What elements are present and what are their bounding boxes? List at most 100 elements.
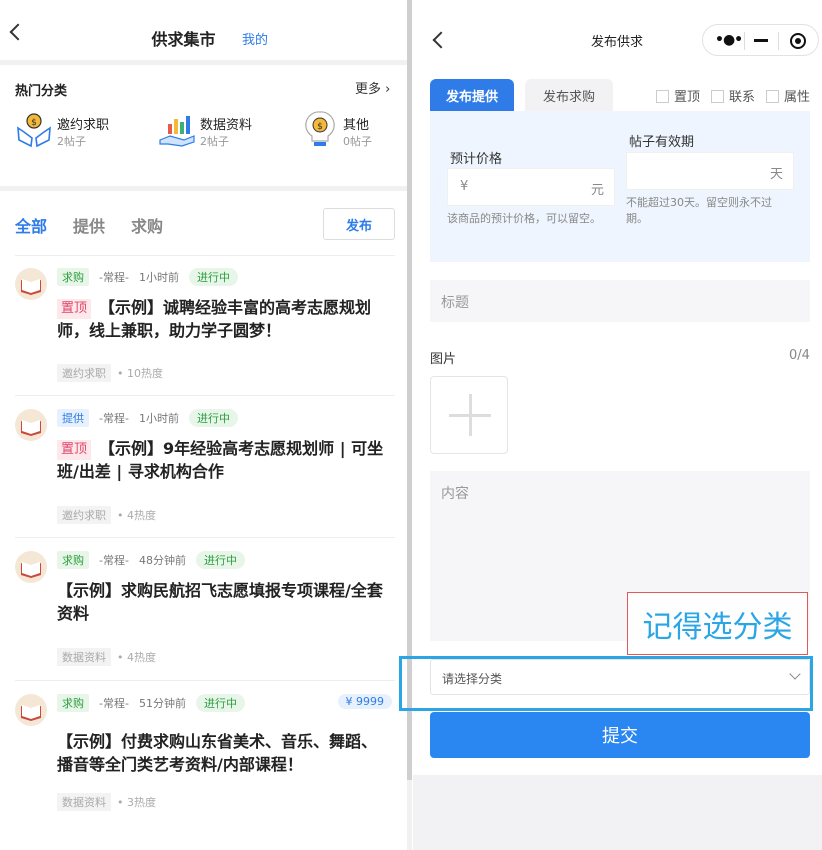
price-label: 预计价格 bbox=[450, 152, 503, 167]
validity-label: 帖子有效期 bbox=[629, 135, 695, 150]
publish-form: 发布提供 发布求购 置顶 联系 属性 预计价格 ¥ 元 该商品的预计价格，可以留… bbox=[399, 70, 822, 775]
heat-count: • 3热度 bbox=[117, 796, 156, 809]
pinned-badge: 置顶 bbox=[57, 299, 92, 319]
post-title: 置顶 【示例】9年经验高考志愿规划师 | 可坐班/出差 | 寻求机构合作 bbox=[57, 437, 392, 483]
tab-offer[interactable]: 提供 bbox=[73, 213, 105, 237]
category-name: 数据资料 bbox=[200, 118, 253, 133]
divider bbox=[0, 60, 407, 65]
post-footer: 数据资料 • 4热度 bbox=[57, 648, 156, 666]
title-input[interactable]: 标题 bbox=[430, 280, 810, 322]
hot-categories-title: 热门分类 bbox=[15, 84, 68, 99]
status-badge: 进行中 bbox=[195, 551, 245, 569]
price-input[interactable]: ¥ 元 bbox=[447, 168, 615, 206]
post-title: 【示例】付费求购山东省美术、音乐、舞蹈、播音等全门类艺考资料/内部课程！ bbox=[57, 732, 378, 774]
tab-buy[interactable]: 求购 bbox=[131, 213, 163, 237]
page-title: 发布供求 bbox=[591, 35, 644, 50]
post-kind: -常程- bbox=[99, 412, 129, 425]
post-meta: 求购 -常程- 51分钟前 进行中 bbox=[57, 694, 245, 712]
checkbox-label: 属性 bbox=[784, 90, 811, 105]
divider bbox=[778, 32, 779, 50]
status-badge: 进行中 bbox=[188, 409, 238, 427]
post-title-text: 【示例】9年经验高考志愿规划师 | 可坐班/出差 | 寻求机构合作 bbox=[57, 439, 384, 481]
divider bbox=[15, 537, 395, 538]
book-avatar-icon bbox=[15, 409, 47, 441]
close-target-icon[interactable] bbox=[790, 33, 806, 49]
post-title: 【示例】求购民航招飞志愿填报专项课程/全套资料 bbox=[57, 581, 383, 623]
chart-hand-icon bbox=[159, 116, 195, 147]
scrollbar[interactable] bbox=[407, 0, 412, 850]
tab-publish-buy[interactable]: 发布求购 bbox=[525, 79, 613, 111]
category-count: 2帖子 bbox=[200, 135, 229, 148]
image-upload-button[interactable] bbox=[430, 376, 508, 454]
back-arrow-icon[interactable] bbox=[432, 31, 450, 49]
market-list-panel: 供求集市 我的 热门分类 更多 › $ 邀约求职 2帖子 数据资料 2帖子 $ … bbox=[0, 0, 407, 850]
category-select[interactable]: 请选择分类 bbox=[430, 659, 810, 695]
annotation-callout: 记得选分类 bbox=[627, 592, 808, 655]
post-footer: 数据资料 • 3热度 bbox=[57, 793, 156, 811]
submit-button[interactable]: 提交 bbox=[430, 712, 810, 758]
pin-checkbox[interactable]: 置顶 bbox=[656, 86, 700, 105]
validity-hint: 不能超过30天。留空则永不过期。 bbox=[626, 196, 772, 225]
type-tag: 求购 bbox=[57, 694, 89, 712]
contact-checkbox[interactable]: 联系 bbox=[711, 86, 755, 105]
divider bbox=[15, 255, 395, 256]
validity-input[interactable]: 天 bbox=[626, 152, 794, 190]
price-badge: ¥ 9999 bbox=[337, 694, 392, 709]
svg-text:$: $ bbox=[317, 122, 323, 132]
post-meta: 求购 -常程- 48分钟前 进行中 bbox=[57, 551, 245, 569]
minimize-icon[interactable] bbox=[754, 39, 768, 42]
post-title-text: 【示例】诚聘经验丰富的高考志愿规划师，线上兼职，助力学子圆梦！ bbox=[57, 298, 372, 340]
image-count: 0/4 bbox=[789, 348, 810, 363]
type-tag: 提供 bbox=[57, 409, 89, 427]
post-time: 51分钟前 bbox=[138, 697, 186, 710]
category-count: 0帖子 bbox=[343, 135, 372, 148]
currency-suffix: 元 bbox=[590, 183, 604, 198]
bulb-coin-icon: $ bbox=[305, 111, 335, 146]
hands-coin-icon: $ bbox=[17, 113, 51, 148]
post-title: 置顶 【示例】诚聘经验丰富的高考志愿规划师，线上兼职，助力学子圆梦！ bbox=[57, 296, 392, 342]
more-dots-icon[interactable]: •●• bbox=[715, 32, 743, 48]
publish-form-panel: 发布供求 •●• 发布提供 发布求购 置顶 联系 属性 预计价格 ¥ 元 该商品… bbox=[399, 0, 822, 850]
post-footer: 邀约求职 • 10热度 bbox=[57, 364, 163, 382]
status-badge: 进行中 bbox=[195, 694, 245, 712]
category-name: 其他 bbox=[343, 118, 370, 133]
pinned-badge: 置顶 bbox=[57, 440, 92, 460]
heat-count: • 10热度 bbox=[117, 367, 163, 380]
post-time: 48分钟前 bbox=[138, 554, 186, 567]
category-count: 2帖子 bbox=[57, 135, 86, 148]
svg-text:$: $ bbox=[31, 118, 37, 128]
heat-count: • 4热度 bbox=[117, 509, 156, 522]
checkbox-box[interactable] bbox=[766, 90, 779, 103]
heat-count: • 4热度 bbox=[117, 651, 156, 664]
tab-publish-offer[interactable]: 发布提供 bbox=[430, 79, 514, 111]
post-kind: -常程- bbox=[99, 554, 129, 567]
post-meta: 提供 -常程- 1小时前 进行中 bbox=[57, 409, 238, 427]
plus-icon bbox=[469, 394, 472, 436]
page-title: 供求集市 bbox=[151, 30, 216, 49]
category-tag: 数据资料 bbox=[57, 648, 111, 666]
left-header: 供求集市 我的 bbox=[0, 0, 407, 60]
book-avatar-icon bbox=[15, 551, 47, 583]
checkbox-box[interactable] bbox=[711, 90, 724, 103]
price-validity-panel: 预计价格 ¥ 元 该商品的预计价格，可以留空。 帖子有效期 天 不能超过30天。… bbox=[430, 111, 810, 262]
chevron-down-icon bbox=[789, 668, 801, 680]
mine-link[interactable]: 我的 bbox=[242, 29, 268, 48]
currency-prefix: ¥ bbox=[460, 179, 469, 194]
tab-all[interactable]: 全部 bbox=[15, 213, 47, 237]
post-kind: -常程- bbox=[99, 697, 129, 710]
post-time: 1小时前 bbox=[138, 271, 179, 284]
category-tag: 邀约求职 bbox=[57, 506, 111, 524]
book-avatar-icon bbox=[15, 268, 47, 300]
post-time: 1小时前 bbox=[138, 412, 179, 425]
status-badge: 进行中 bbox=[188, 268, 238, 286]
publish-button[interactable]: 发布 bbox=[323, 208, 395, 240]
divider bbox=[15, 680, 395, 681]
book-avatar-icon bbox=[15, 694, 47, 726]
more-link[interactable]: 更多 › bbox=[355, 78, 390, 97]
attribute-checkbox[interactable]: 属性 bbox=[766, 86, 810, 105]
checkbox-box[interactable] bbox=[656, 90, 669, 103]
checkbox-label: 置顶 bbox=[674, 90, 701, 105]
category-tag: 数据资料 bbox=[57, 793, 111, 811]
image-label: 图片 bbox=[430, 352, 457, 367]
category-name: 邀约求职 bbox=[57, 118, 110, 133]
